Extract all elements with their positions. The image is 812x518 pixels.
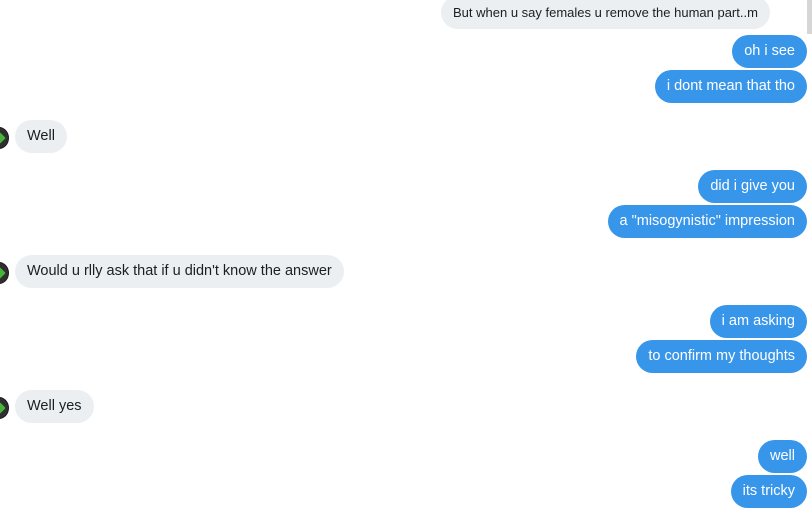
message-text: But when u say females u remove the huma…: [453, 5, 758, 20]
message-text: a "misogynistic" impression: [619, 213, 796, 229]
message-incoming[interactable]: Well: [15, 120, 67, 153]
message-outgoing[interactable]: a "misogynistic" impression: [607, 205, 807, 238]
message-outgoing[interactable]: oh i see: [732, 35, 807, 68]
message-text: oh i see: [744, 43, 795, 59]
message-outgoing[interactable]: well: [758, 440, 807, 473]
message-text: Well yes: [27, 398, 82, 414]
contact-avatar-icon[interactable]: [0, 262, 9, 284]
message-outgoing[interactable]: i am asking: [709, 305, 807, 338]
message-text: i am asking: [721, 313, 795, 329]
message-outgoing[interactable]: to confirm my thoughts: [636, 340, 807, 373]
message-text: Well: [27, 128, 55, 144]
message-text: its tricky: [742, 483, 795, 499]
message-text: to confirm my thoughts: [648, 348, 795, 364]
message-incoming[interactable]: But when u say females u remove the huma…: [441, 0, 770, 29]
message-outgoing[interactable]: i dont mean that tho: [654, 70, 807, 103]
message-text: well: [770, 448, 795, 464]
message-outgoing[interactable]: did i give you: [698, 170, 807, 203]
contact-avatar-icon[interactable]: [0, 397, 9, 419]
message-incoming[interactable]: Would u rlly ask that if u didn't know t…: [15, 255, 344, 288]
message-text: i dont mean that tho: [666, 78, 795, 94]
contact-avatar-icon[interactable]: [0, 127, 9, 149]
message-text: Would u rlly ask that if u didn't know t…: [27, 263, 332, 279]
scrollbar[interactable]: [807, 0, 812, 34]
message-incoming[interactable]: Well yes: [15, 390, 94, 423]
message-text: did i give you: [710, 178, 795, 194]
message-outgoing[interactable]: its tricky: [730, 475, 807, 508]
